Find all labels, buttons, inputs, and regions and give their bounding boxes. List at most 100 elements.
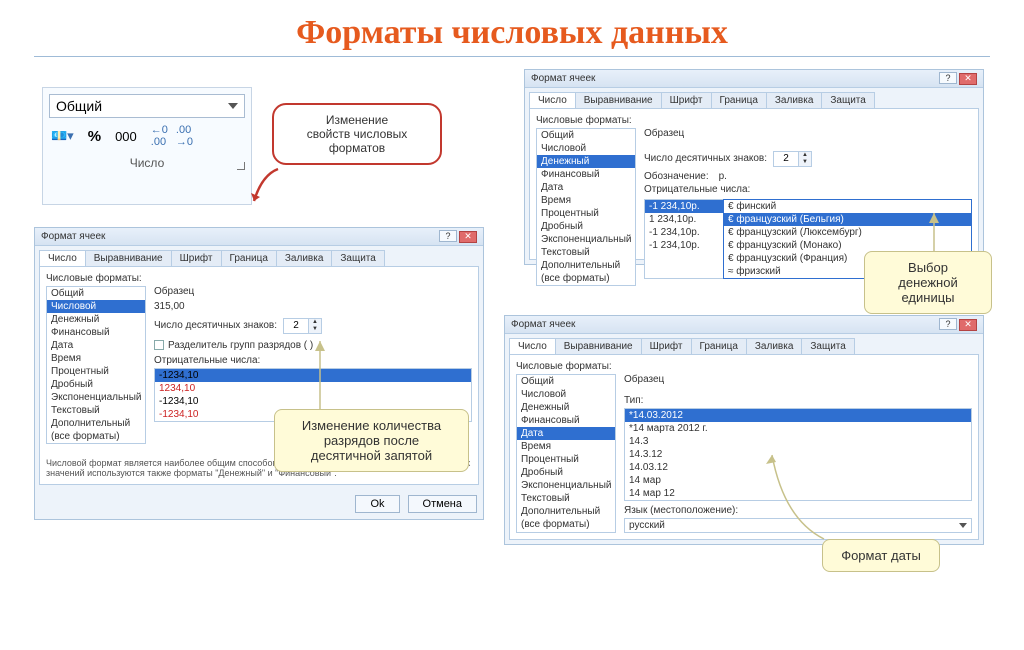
category-list[interactable]: ОбщийЧисловойДенежныйФинансовыйДатаВремя…	[46, 286, 146, 444]
dialog-launcher-icon[interactable]	[237, 162, 245, 170]
tab-protect[interactable]: Защита	[331, 250, 384, 266]
list-item[interactable]: Процентный	[47, 365, 145, 378]
negative-list[interactable]: -1 234,10р.1 234,10р.-1 234,10р.-1 234,1…	[644, 199, 724, 279]
list-item[interactable]: Общий	[47, 287, 145, 300]
list-item[interactable]: (все форматы)	[47, 430, 145, 443]
page-title: Форматы числовых данных	[34, 14, 990, 52]
list-item[interactable]: -1 234,10р.	[645, 226, 723, 239]
dialog-title-text: Формат ячеек	[41, 231, 105, 242]
tab-fill[interactable]: Заливка	[746, 338, 803, 354]
list-item[interactable]: Время	[537, 194, 635, 207]
percent-button[interactable]	[88, 128, 101, 145]
list-item[interactable]: Экспоненциальный	[537, 233, 635, 246]
category-list[interactable]: ОбщийЧисловойДенежныйФинансовыйДатаВремя…	[536, 128, 636, 286]
spin-down-icon[interactable]: ▼	[799, 159, 811, 166]
number-format-combo[interactable]: Общий	[49, 94, 245, 118]
list-item[interactable]: 14.3	[625, 435, 971, 448]
category-label: Числовые форматы:	[536, 115, 972, 126]
decimals-spinner[interactable]: ▲▼	[773, 151, 812, 167]
tab-protect[interactable]: Защита	[821, 92, 874, 108]
spin-down-icon[interactable]: ▼	[309, 326, 321, 333]
list-item[interactable]: 1 234,10р.	[645, 213, 723, 226]
list-item[interactable]: (все форматы)	[517, 518, 615, 531]
ok-button[interactable]: Ok	[355, 495, 399, 513]
list-item[interactable]: Числовой	[47, 300, 145, 313]
tab-fill[interactable]: Заливка	[766, 92, 823, 108]
currency-icon[interactable]: 💶▾	[51, 128, 74, 144]
list-item[interactable]: Дата	[537, 181, 635, 194]
help-icon[interactable]: ?	[939, 318, 957, 330]
list-item[interactable]: Экспоненциальный	[47, 391, 145, 404]
list-item[interactable]: Текстовый	[47, 404, 145, 417]
list-item[interactable]: Денежный	[537, 155, 635, 168]
symbol-label: Обозначение:	[644, 171, 709, 182]
decimals-value[interactable]	[284, 319, 308, 333]
list-item[interactable]: Текстовый	[537, 246, 635, 259]
tab-font[interactable]: Шрифт	[171, 250, 222, 266]
sample-value: 315,00	[154, 299, 472, 318]
caret-down-icon	[959, 523, 967, 528]
tab-font[interactable]: Шрифт	[661, 92, 712, 108]
sample-label: Образец	[644, 128, 972, 139]
list-item[interactable]: Финансовый	[537, 168, 635, 181]
decimals-value[interactable]	[774, 152, 798, 166]
help-icon[interactable]: ?	[939, 72, 957, 84]
list-item[interactable]: Финансовый	[517, 414, 615, 427]
tab-border[interactable]: Граница	[691, 338, 747, 354]
list-item[interactable]: -1 234,10р.	[645, 239, 723, 252]
list-item[interactable]: *14 марта 2012 г.	[625, 422, 971, 435]
close-icon[interactable]: ✕	[459, 231, 477, 243]
category-label: Числовые форматы:	[46, 273, 472, 284]
thousands-button[interactable]: 000	[115, 129, 137, 144]
list-item[interactable]: Процентный	[517, 453, 615, 466]
list-item[interactable]: Дополнительный	[47, 417, 145, 430]
cancel-button[interactable]: Отмена	[408, 495, 477, 513]
list-item[interactable]: Общий	[517, 375, 615, 388]
tab-align[interactable]: Выравнивание	[555, 338, 642, 354]
callout-formats: Изменение свойств числовых форматов	[272, 103, 442, 165]
callout-text: Выбор денежной единицы	[898, 260, 957, 305]
list-item[interactable]: Денежный	[517, 401, 615, 414]
tab-number[interactable]: Число	[509, 338, 556, 354]
list-item[interactable]: Процентный	[537, 207, 635, 220]
close-icon[interactable]: ✕	[959, 73, 977, 85]
spin-up-icon[interactable]: ▲	[799, 152, 811, 159]
list-item[interactable]: Дополнительный	[517, 505, 615, 518]
list-item[interactable]: Время	[47, 352, 145, 365]
list-item[interactable]: Экспоненциальный	[517, 479, 615, 492]
tab-align[interactable]: Выравнивание	[575, 92, 662, 108]
list-item[interactable]: Дополнительный	[537, 259, 635, 272]
tab-border[interactable]: Граница	[221, 250, 277, 266]
list-item[interactable]: Общий	[537, 129, 635, 142]
decimals-spinner[interactable]: ▲▼	[283, 318, 322, 334]
list-item[interactable]: -1 234,10р.	[645, 200, 723, 213]
title-underline	[34, 56, 990, 57]
list-item[interactable]: Числовой	[537, 142, 635, 155]
close-icon[interactable]: ✕	[959, 319, 977, 331]
tab-protect[interactable]: Защита	[801, 338, 854, 354]
tab-fill[interactable]: Заливка	[276, 250, 333, 266]
list-item[interactable]: Дата	[517, 427, 615, 440]
list-item[interactable]: Финансовый	[47, 326, 145, 339]
list-item[interactable]: Текстовый	[517, 492, 615, 505]
decrease-decimal-button[interactable]: .00→0	[176, 124, 193, 148]
tab-align[interactable]: Выравнивание	[85, 250, 172, 266]
list-item[interactable]: Дата	[47, 339, 145, 352]
list-item[interactable]: Дробный	[537, 220, 635, 233]
spin-up-icon[interactable]: ▲	[309, 319, 321, 326]
list-item[interactable]: (все форматы)	[537, 272, 635, 285]
tab-number[interactable]: Число	[529, 92, 576, 108]
list-item[interactable]: Дробный	[517, 466, 615, 479]
list-item[interactable]: *14.03.2012	[625, 409, 971, 422]
increase-decimal-button[interactable]: ←0.00	[151, 124, 168, 148]
list-item[interactable]: Денежный	[47, 313, 145, 326]
list-item[interactable]: Время	[517, 440, 615, 453]
category-list[interactable]: ОбщийЧисловойДенежныйФинансовыйДатаВремя…	[516, 374, 616, 533]
help-icon[interactable]: ?	[439, 230, 457, 242]
list-item[interactable]: Дробный	[47, 378, 145, 391]
tab-border[interactable]: Граница	[711, 92, 767, 108]
tab-font[interactable]: Шрифт	[641, 338, 692, 354]
thousands-separator-checkbox[interactable]: Разделитель групп разрядов ( )	[154, 340, 313, 351]
list-item[interactable]: Числовой	[517, 388, 615, 401]
tab-number[interactable]: Число	[39, 250, 86, 266]
